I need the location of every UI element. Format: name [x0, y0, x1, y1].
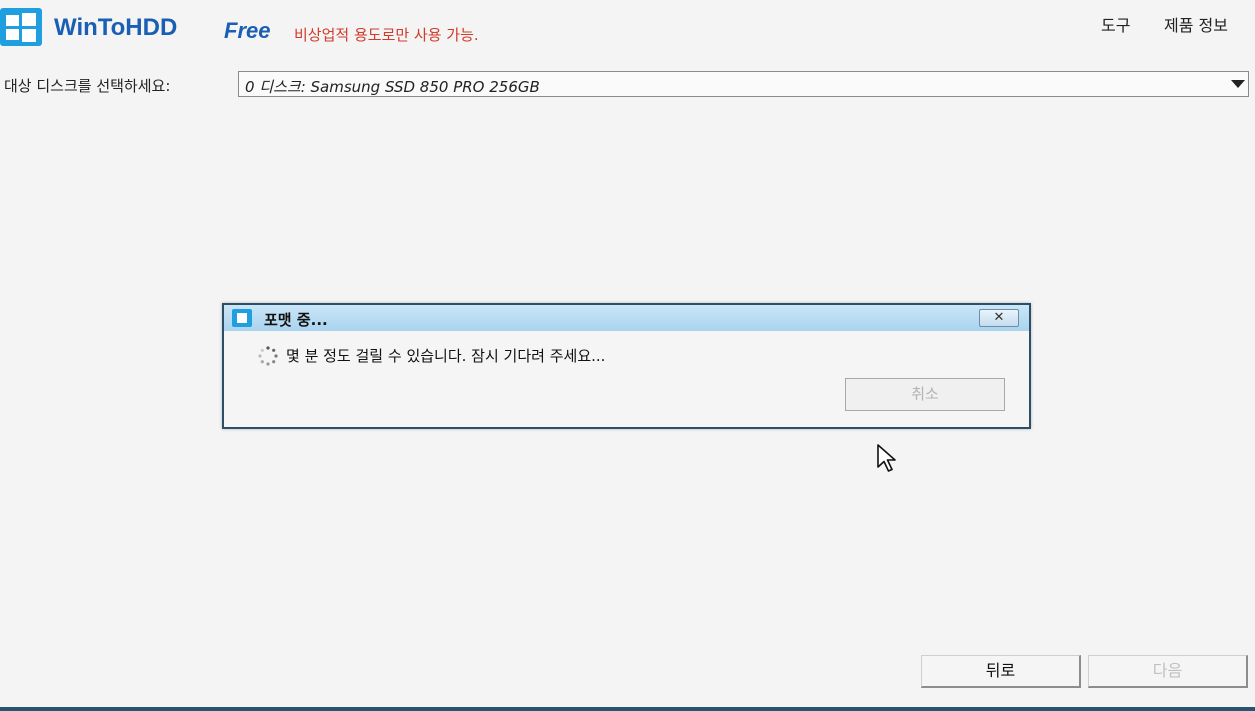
dialog-message: 몇 분 정도 걸릴 수 있습니다. 잠시 기다려 주세요...: [286, 347, 606, 365]
windows-logo-icon: [0, 8, 42, 46]
app-name: WinToHDD: [54, 14, 178, 41]
license-note: 비상업적 용도로만 사용 가능.: [294, 26, 479, 44]
cancel-button[interactable]: 취소: [845, 378, 1005, 411]
next-button[interactable]: 다음: [1088, 655, 1248, 688]
target-disk-select[interactable]: 0 디스크: Samsung SSD 850 PRO 256GB: [238, 71, 1249, 97]
close-icon[interactable]: ✕: [979, 309, 1019, 327]
spinner-icon: [258, 346, 278, 366]
menu-tools[interactable]: 도구: [1101, 12, 1130, 36]
app-edition: Free: [224, 18, 271, 43]
dropdown-arrow-icon[interactable]: [1231, 80, 1245, 88]
dialog-titlebar[interactable]: 포맷 중... ✕: [224, 305, 1029, 331]
window-bottom-border: [0, 707, 1255, 711]
dialog-title: 포맷 중...: [264, 311, 328, 329]
target-disk-value: 0 디스크: Samsung SSD 850 PRO 256GB: [245, 78, 540, 96]
back-button[interactable]: 뒤로: [921, 655, 1081, 688]
mouse-cursor-icon: [877, 444, 896, 472]
target-disk-label: 대상 디스크를 선택하세요:: [4, 77, 171, 95]
menu-about[interactable]: 제품 정보: [1164, 12, 1228, 36]
format-icon: [232, 309, 252, 327]
formatting-dialog: 포맷 중... ✕ 몇 분 정도 걸릴 수 있습니다. 잠시 기다려 주세요..…: [222, 303, 1031, 429]
